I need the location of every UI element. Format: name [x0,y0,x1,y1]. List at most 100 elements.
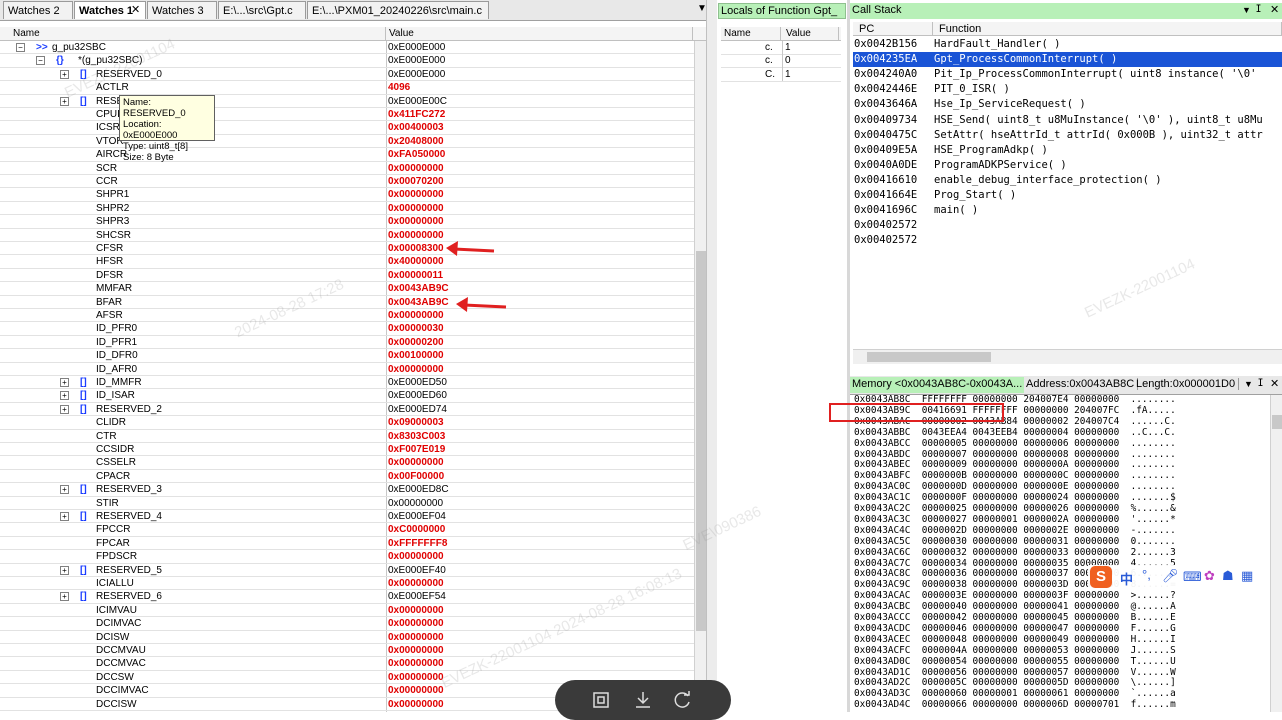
watch-row[interactable]: MMFAR 0x0043AB9C [0,282,694,296]
memory-address-field[interactable]: Address:0x0043AB8C [1026,378,1139,390]
watch-row[interactable]: − >> g_pu32SBC 0xE000E000 [0,41,694,55]
download-icon[interactable] [633,690,653,710]
memory-row[interactable]: 0x0043AD4C 00000066 00000000 0000006D 00… [854,699,1176,711]
watch-row[interactable]: ICIALLU 0x00000000 [0,577,694,591]
watch-row[interactable]: CCR 0x00070200 [0,175,694,189]
watch-row[interactable]: SHCSR 0x00000000 [0,229,694,242]
watch-row[interactable]: + [] RESERVED_6 0xE000EF54 [0,590,694,604]
tab-gpt-c[interactable]: E:\...\src\Gpt.c [218,1,306,19]
watch-row[interactable]: DFSR 0x00000011 [0,269,694,283]
close-icon[interactable]: ✕ [131,3,140,16]
memory-tab[interactable]: Memory <0x0043AB8C-0x0043A... [850,377,1024,393]
watch-row[interactable]: CSSELR 0x00000000 [0,456,694,470]
callstack-row[interactable]: 0x00409734 HSE_Send( uint8_t u8MuInstance… [853,113,1282,128]
collapse-icon[interactable]: − [36,56,45,66]
watch-row[interactable]: − {} *(g_pu32SBC) 0xE000E000 [0,54,694,68]
callstack-col-function[interactable]: Function [933,22,1282,36]
watch-row[interactable]: BFAR 0x0043AB9C [0,296,694,309]
watch-row[interactable]: SCR 0x00000000 [0,162,694,175]
watch-row[interactable]: DCISW 0x00000000 [0,631,694,644]
expand-icon[interactable]: + [60,592,69,602]
punctuation-icon[interactable]: °, [1142,567,1151,582]
locals-row[interactable]: c. 1 [721,41,841,55]
callstack-col-pc[interactable]: PC [853,22,933,36]
watch-row[interactable]: CFSR 0x00008300 [0,242,694,256]
memory-row[interactable]: 0x0043AC5C 00000030 00000000 00000031 00… [854,536,1176,548]
watch-row[interactable]: ICSR 0x00400003 [0,121,694,135]
watch-row[interactable]: AFSR 0x00000000 [0,309,694,323]
watch-row[interactable]: HFSR 0x40000000 [0,255,694,269]
gamepad-icon[interactable]: ☗ [1222,568,1234,584]
callstack-row[interactable]: 0x0040A0DE ProgramADKPService( ) [853,158,1282,173]
pin-icon[interactable]: ⵊ [1258,378,1263,389]
expand-icon[interactable]: + [60,485,69,495]
watch-row[interactable]: + [] RESERVED_2 0xE000ED74 [0,403,694,417]
watch-row[interactable]: FPCCR 0xC0000000 [0,523,694,537]
callstack-row[interactable]: 0x00409E5A HSE_ProgramAdkp( ) [853,143,1282,158]
watch-row[interactable]: DCCMVAC 0x00000000 [0,657,694,671]
callstack-row[interactable]: 0x00402572 [853,233,1282,248]
watch-row[interactable]: ID_PFR1 0x00000200 [0,336,694,350]
callstack-row[interactable]: 0x0043646A Hse_Ip_ServiceRequest( ) [853,97,1282,112]
watch-row[interactable]: ID_DFR0 0x00100000 [0,349,694,363]
watch-col-value[interactable]: Value [386,27,693,41]
expand-icon[interactable]: + [60,404,69,414]
locals-row[interactable]: c. 0 [721,54,841,69]
watch-row[interactable]: DCIMVAC 0x00000000 [0,617,694,631]
watch-col-name[interactable]: Name [10,27,386,41]
memory-row[interactable]: 0x0043ACFC 0000004A 00000000 00000053 00… [854,645,1176,657]
watch-row[interactable]: CCSIDR 0xF007E019 [0,443,694,457]
watch-row[interactable]: CPACR 0x00F00000 [0,470,694,484]
watch-row[interactable]: + [] RESERVED_3 0xE000ED8C [0,483,694,497]
locals-row[interactable]: C. 1 [721,68,841,82]
watch-row[interactable]: + [] RESERVED_5 0xE000EF40 [0,564,694,577]
pin-icon[interactable]: ⵊ [1256,4,1261,15]
callstack-row[interactable]: 0x0042446E PIT_0_ISR( ) [853,82,1282,97]
memory-scrollbar-thumb[interactable] [1272,415,1282,429]
callstack-row[interactable]: 0x00402572 [853,218,1282,233]
expand-icon[interactable]: + [60,96,69,106]
watch-row[interactable]: ID_AFR0 0x00000000 [0,363,694,376]
watch-row[interactable]: +[] RESE 0xE000E00C [0,95,694,108]
callstack-hscrollbar-thumb[interactable] [867,352,991,362]
watch-row[interactable]: ICIMVAU 0x00000000 [0,604,694,618]
crop-icon[interactable] [591,690,611,710]
expand-icon[interactable]: + [60,512,69,521]
watch-row[interactable]: FPCAR 0xFFFFFFF8 [0,537,694,551]
watch-row[interactable]: ACTLR 4096 [0,81,694,95]
watch-row[interactable]: + [] ID_ISAR 0xE000ED60 [0,389,694,403]
tab-watches-3[interactable]: Watches 3 [147,1,217,19]
watch-row[interactable]: CLIDR 0x09000003 [0,416,694,430]
callstack-row[interactable]: 0x004240A0 Pit_Ip_ProcessCommonInterrupt(… [853,67,1282,82]
watch-row[interactable]: SHPR2 0x00000000 [0,202,694,216]
ime-lang-indicator[interactable]: 中 [1120,569,1133,588]
watch-row[interactable]: CPUI 0x411FC272 [0,108,694,122]
sogou-logo-icon[interactable]: S [1090,566,1112,588]
watch-row[interactable]: + [] RESERVED_0 0xE000E000 [0,68,694,82]
expand-icon[interactable]: + [60,69,69,79]
grid-icon[interactable]: ▦ [1241,568,1253,584]
watch-row[interactable]: VTOR 0x20408000 [0,135,694,149]
locals-col-name[interactable]: Name [721,27,781,41]
watch-scrollbar-thumb[interactable] [696,251,706,631]
memory-scrollbar[interactable] [1270,395,1282,712]
watch-row[interactable]: ID_PFR0 0x00000030 [0,322,694,336]
watch-row[interactable]: STIR 0x00000000 [0,497,694,510]
watch-row[interactable]: + [] ID_MMFR 0xE000ED50 [0,376,694,390]
dropdown-arrow-icon[interactable]: ▼ [1242,5,1251,15]
callstack-row[interactable]: 0x0041664E Prog_Start( ) [853,188,1282,203]
memory-row[interactable]: 0x0043AC6C 00000032 00000000 00000033 00… [854,547,1176,559]
expand-icon[interactable]: + [60,565,69,575]
close-icon[interactable]: ✕ [1270,3,1279,16]
refresh-icon[interactable] [673,690,693,710]
tab-main-c[interactable]: E:\...\PXM01_20240226\src\main.c [307,1,489,19]
watch-row[interactable]: SHPR1 0x00000000 [0,188,694,202]
skin-icon[interactable]: ✿ [1204,568,1215,584]
expand-icon[interactable]: + [60,391,69,401]
watch-row[interactable]: DCCMVAU 0x00000000 [0,644,694,658]
close-icon[interactable]: ✕ [1270,377,1279,390]
memory-length-field[interactable]: Length:0x000001D0 [1136,378,1240,390]
keyboard-icon[interactable]: ⌨ [1183,569,1202,585]
memory-row[interactable]: 0x0043ABBC 0043EEA4 0043EEB4 00000004 00… [854,427,1176,439]
callstack-row[interactable]: 0x0041696C main( ) [853,203,1282,218]
